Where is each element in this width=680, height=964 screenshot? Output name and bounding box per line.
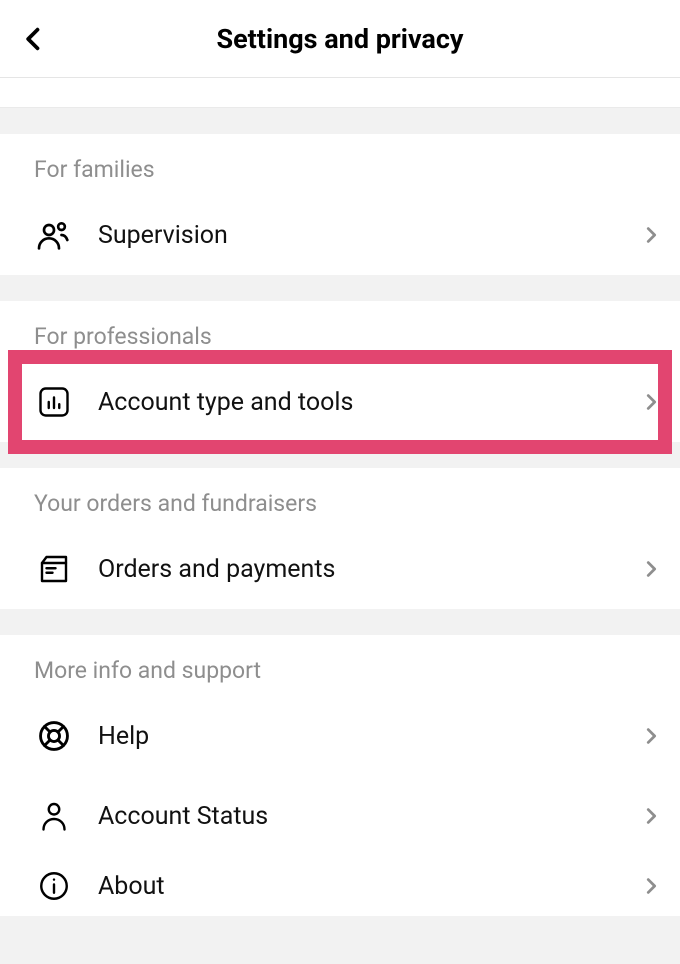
section-professionals: For professionals Account type and tools xyxy=(0,301,680,442)
row-supervision[interactable]: Supervision xyxy=(0,195,680,275)
info-icon xyxy=(34,866,74,906)
row-account-status[interactable]: Account Status xyxy=(0,776,680,856)
chevron-right-icon xyxy=(640,224,662,246)
section-orders: Your orders and fundraisers Orders and p… xyxy=(0,468,680,609)
row-label: Help xyxy=(98,722,640,751)
section-header-orders: Your orders and fundraisers xyxy=(0,468,680,529)
section-support: More info and support Help xyxy=(0,635,680,916)
section-header-families: For families xyxy=(0,134,680,195)
row-orders-payments[interactable]: Orders and payments xyxy=(0,529,680,609)
chevron-right-icon xyxy=(640,391,662,413)
chevron-right-icon xyxy=(640,725,662,747)
back-button[interactable] xyxy=(14,19,54,59)
person-icon xyxy=(34,796,74,836)
row-label: Account Status xyxy=(98,802,640,831)
chevron-right-icon xyxy=(640,558,662,580)
page-title: Settings and privacy xyxy=(216,23,463,55)
section-header-professionals: For professionals xyxy=(0,301,680,362)
lifebuoy-icon xyxy=(34,716,74,756)
section-header-support: More info and support xyxy=(0,635,680,696)
settings-screen: Settings and privacy For families Superv… xyxy=(0,0,680,964)
row-label: Account type and tools xyxy=(98,388,640,417)
row-label: About xyxy=(98,872,640,901)
top-bar: Settings and privacy xyxy=(0,0,680,78)
chevron-right-icon xyxy=(640,805,662,827)
chevron-left-icon xyxy=(20,25,48,53)
people-icon xyxy=(34,215,74,255)
chevron-right-icon xyxy=(640,875,662,897)
row-label: Orders and payments xyxy=(98,555,640,584)
section-families: For families Supervision xyxy=(0,134,680,275)
row-label: Supervision xyxy=(98,221,640,250)
previous-row-fragment xyxy=(0,78,680,108)
bar-chart-icon xyxy=(34,382,74,422)
row-account-type-tools[interactable]: Account type and tools xyxy=(0,362,680,442)
box-icon xyxy=(34,549,74,589)
row-help[interactable]: Help xyxy=(0,696,680,776)
row-about[interactable]: About xyxy=(0,856,680,916)
highlight-container: Account type and tools xyxy=(0,362,680,442)
